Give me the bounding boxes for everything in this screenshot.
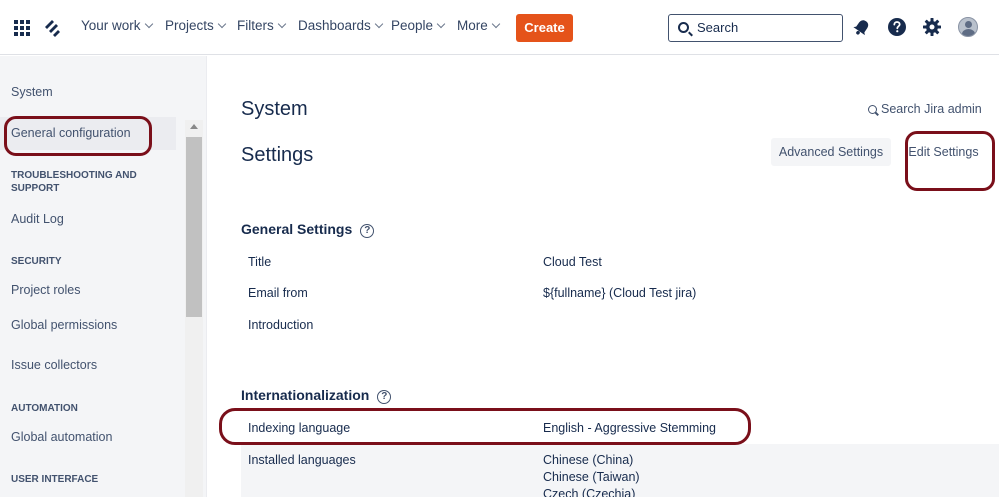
nav-more[interactable]: More (457, 18, 501, 33)
sidebar-item-issue-collectors[interactable]: Issue collectors (11, 358, 97, 372)
advanced-settings-button[interactable]: Advanced Settings (771, 138, 891, 166)
gear-icon[interactable] (922, 17, 942, 37)
search-icon (678, 22, 689, 33)
general-settings-heading: General Settings? (241, 221, 375, 239)
sidebar-title: System (11, 85, 53, 99)
section-title: General Settings (241, 221, 353, 237)
nav-people[interactable]: People (391, 18, 446, 33)
sidebar-item-global-automation[interactable]: Global automation (11, 430, 112, 444)
installed-languages-label: Installed languages (248, 453, 356, 467)
sidebar-heading-automation: AUTOMATION (11, 403, 78, 414)
annotation-general-configuration (4, 116, 152, 156)
nav-filters[interactable]: Filters (237, 18, 286, 33)
search-input[interactable]: Search (668, 14, 843, 42)
chevron-down-icon (144, 19, 153, 29)
nav-label: Your work (81, 18, 141, 33)
jira-logo-icon[interactable] (42, 18, 62, 38)
scroll-up-arrow-icon[interactable] (190, 124, 198, 129)
nav-label: People (391, 18, 434, 33)
sidebar-heading-security: SECURITY (11, 256, 62, 267)
annotation-edit-settings (905, 131, 995, 191)
search-placeholder: Search (697, 20, 739, 35)
title-label: Title (248, 255, 272, 269)
chevron-down-icon (277, 19, 286, 29)
search-icon (868, 105, 877, 114)
chevron-down-icon (374, 19, 384, 29)
page-title: System (241, 98, 308, 120)
nav-projects[interactable]: Projects (165, 18, 227, 33)
help-icon[interactable] (887, 17, 907, 37)
nav-label: Dashboards (298, 18, 371, 33)
avatar[interactable] (958, 17, 978, 37)
sidebar-scrollbar[interactable] (185, 120, 203, 497)
sidebar-heading-troubleshooting: TROUBLESHOOTING AND SUPPORT (11, 170, 137, 194)
title-value: Cloud Test (543, 255, 602, 269)
section-title: Internationalization (241, 387, 370, 403)
installed-language-item: Chinese (China) (543, 453, 634, 467)
search-jira-admin-link[interactable]: Search Jira admin (868, 102, 982, 116)
page-subtitle: Settings (241, 144, 314, 166)
top-navigation: Your work Projects Filters Dashboards Pe… (0, 0, 999, 55)
nav-label: Filters (237, 18, 274, 33)
nav-label: Projects (165, 18, 214, 33)
search-admin-label: Search Jira admin (881, 102, 982, 116)
introduction-label: Introduction (248, 318, 314, 332)
sidebar-item-project-roles[interactable]: Project roles (11, 283, 80, 297)
grid-icon[interactable] (14, 20, 30, 36)
help-icon[interactable]: ? (360, 224, 375, 238)
chevron-down-icon (436, 19, 446, 29)
nav-dashboards[interactable]: Dashboards (298, 18, 384, 33)
email-from-label: Email from (248, 286, 308, 300)
chevron-down-icon (217, 19, 227, 29)
sidebar-item-audit-log[interactable]: Audit Log (11, 212, 64, 226)
email-from-value: ${fullname} (Cloud Test jira) (543, 286, 697, 300)
annotation-indexing-language (219, 408, 751, 445)
bell-icon[interactable] (852, 17, 872, 37)
help-icon[interactable]: ? (377, 390, 392, 404)
chevron-down-icon (491, 19, 501, 29)
sidebar-item-global-permissions[interactable]: Global permissions (11, 318, 117, 332)
installed-language-item: Czech (Czechia) (543, 487, 636, 497)
nav-your-work[interactable]: Your work (81, 18, 153, 33)
internationalization-heading: Internationalization? (241, 387, 392, 405)
sidebar-heading-user-interface: USER INTERFACE (11, 474, 99, 485)
installed-language-item: Chinese (Taiwan) (543, 470, 640, 484)
scrollbar-thumb[interactable] (186, 137, 202, 317)
nav-label: More (457, 18, 488, 33)
create-button[interactable]: Create (516, 14, 573, 42)
